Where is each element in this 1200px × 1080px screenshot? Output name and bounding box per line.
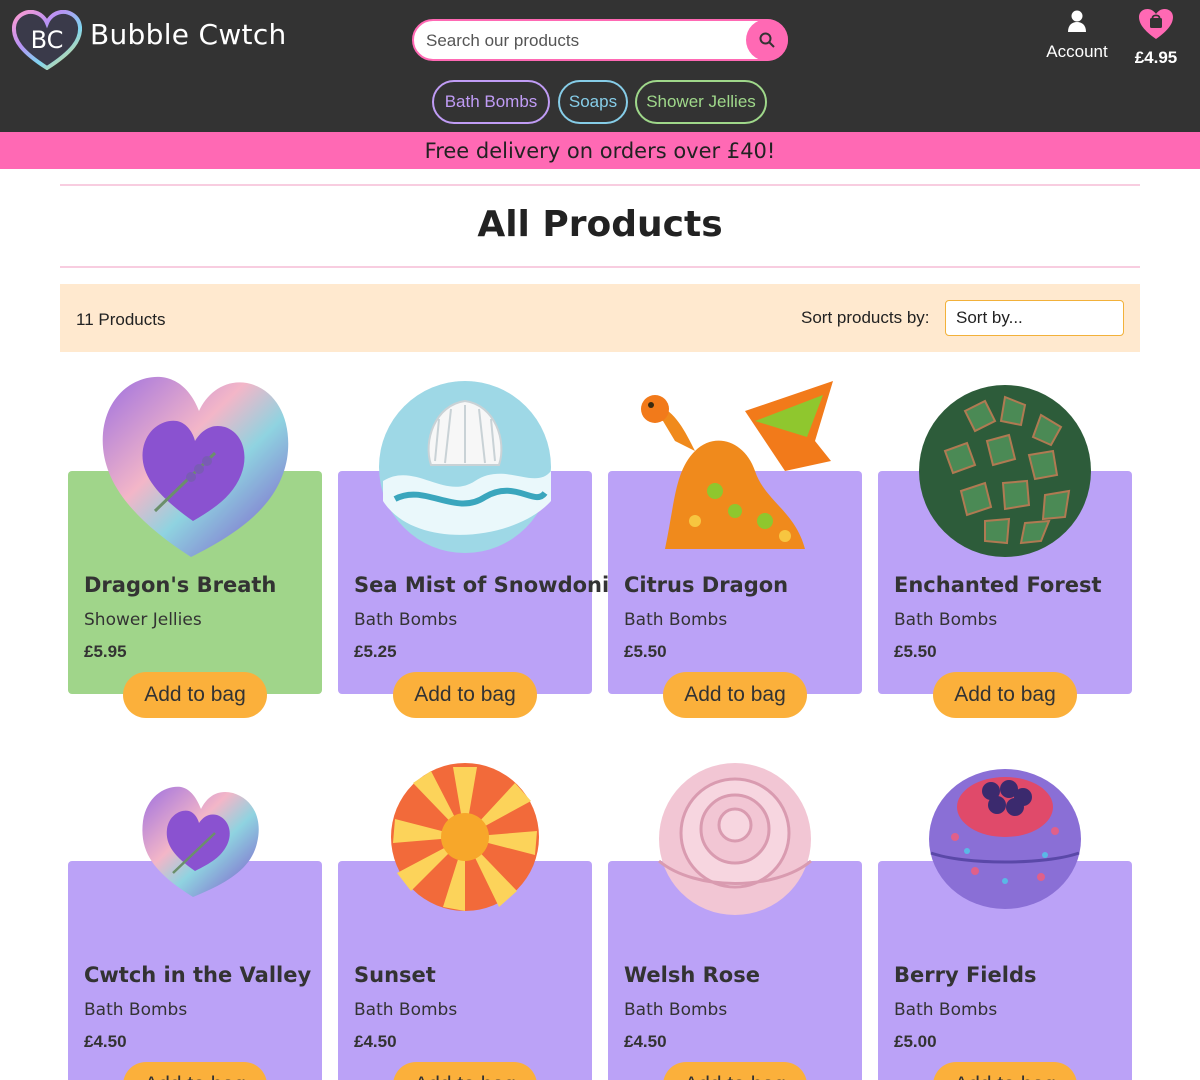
product-price: £4.50: [84, 1032, 127, 1051]
product-name[interactable]: Welsh Rose: [624, 963, 760, 987]
user-icon: [1068, 10, 1086, 32]
product-category: Bath Bombs: [84, 1000, 188, 1020]
account-label: Account: [1046, 42, 1108, 61]
search-icon: [759, 32, 775, 48]
search-input[interactable]: [426, 30, 746, 52]
add-to-bag-button[interactable]: Add to bag: [123, 672, 267, 718]
products-toolbar: 11 Products Sort products by: Sort by...: [60, 284, 1140, 352]
heart-bath-bomb-icon: [142, 786, 259, 897]
sort-select[interactable]: Sort by...: [945, 300, 1124, 336]
add-to-bag-button[interactable]: Add to bag: [393, 1062, 537, 1080]
category-bath-bombs[interactable]: Bath Bombs: [432, 80, 550, 124]
product-name[interactable]: Sea Mist of Snowdonia: [354, 573, 623, 597]
heart-bath-bomb-icon: [102, 376, 289, 557]
shopping-bag-link[interactable]: £4.95: [1126, 8, 1186, 68]
product-name[interactable]: Sunset: [354, 963, 436, 987]
rose-bath-bomb-icon: [658, 763, 812, 915]
add-to-bag-button[interactable]: Add to bag: [933, 672, 1077, 718]
product-category: Bath Bombs: [894, 1000, 998, 1020]
add-to-bag-button[interactable]: Add to bag: [393, 672, 537, 718]
product-category: Bath Bombs: [894, 610, 998, 630]
product-name[interactable]: Enchanted Forest: [894, 573, 1102, 597]
product-price: £5.25: [354, 642, 397, 661]
product-name[interactable]: Berry Fields: [894, 963, 1036, 987]
page-title: All Products: [477, 204, 723, 245]
product-card[interactable]: Berry Fields Bath Bombs £5.00 Add to bag: [878, 769, 1132, 1080]
product-price: £5.50: [894, 642, 937, 661]
product-card[interactable]: Welsh Rose Bath Bombs £4.50 Add to bag: [608, 763, 862, 1080]
heart-bag-icon: [1139, 9, 1173, 39]
category-shower-jellies[interactable]: Shower Jellies: [635, 80, 767, 124]
pinecone-bath-bomb-icon: [919, 385, 1091, 557]
product-category: Bath Bombs: [354, 1000, 458, 1020]
product-name[interactable]: Citrus Dragon: [624, 573, 788, 597]
berry-bath-bomb-icon: [929, 769, 1081, 909]
product-card[interactable]: Sunset Bath Bombs £4.50 Add to bag: [338, 763, 592, 1080]
product-price: £4.50: [624, 1032, 667, 1051]
product-category: Bath Bombs: [624, 610, 728, 630]
product-name[interactable]: Cwtch in the Valley: [84, 963, 311, 987]
product-price: £5.95: [84, 642, 127, 661]
svg-text:BC: BC: [31, 26, 64, 54]
search-button[interactable]: [746, 19, 788, 61]
shell-bath-bomb-icon: [379, 381, 551, 553]
divider-bottom: [60, 266, 1140, 268]
sunburst-bath-bomb-icon: [391, 763, 539, 911]
add-to-bag-button[interactable]: Add to bag: [663, 1062, 807, 1080]
product-count: 11 Products: [76, 310, 166, 329]
bag-total: £4.95: [1134, 48, 1178, 67]
bubble-heart-logo-icon[interactable]: BC: [12, 10, 82, 70]
add-to-bag-button[interactable]: Add to bag: [663, 672, 807, 718]
brand-name[interactable]: Bubble Cwtch: [90, 18, 287, 51]
promo-banner: Free delivery on orders over £40!: [0, 132, 1200, 169]
product-category: Bath Bombs: [354, 610, 458, 630]
category-nav: Bath Bombs Soaps Shower Jellies: [0, 80, 1200, 124]
product-price: £4.50: [354, 1032, 397, 1051]
product-category: Bath Bombs: [624, 1000, 728, 1020]
product-card[interactable]: Sea Mist of Snowdonia Bath Bombs £5.25 A…: [338, 381, 623, 718]
divider-top: [60, 184, 1140, 186]
product-price: £5.50: [624, 642, 667, 661]
search-bar: [412, 19, 788, 61]
site-header: BC Bubble Cwtch Account £4.95 Bath Bombs…: [0, 0, 1200, 132]
add-to-bag-button[interactable]: Add to bag: [933, 1062, 1077, 1080]
product-card[interactable]: Citrus Dragon Bath Bombs £5.50 Add to ba…: [608, 381, 862, 718]
add-to-bag-button[interactable]: Add to bag: [123, 1062, 267, 1080]
product-card[interactable]: Cwtch in the Valley Bath Bombs £4.50 Add…: [68, 786, 322, 1080]
account-link[interactable]: Account: [1040, 10, 1114, 62]
dragon-bath-bomb-icon: [641, 381, 833, 549]
product-card[interactable]: Dragon's Breath Shower Jellies £5.95 Add…: [68, 376, 322, 718]
product-category: Shower Jellies: [84, 610, 202, 630]
category-soaps[interactable]: Soaps: [558, 80, 628, 124]
sort-label: Sort products by:: [801, 308, 930, 327]
product-price: £5.00: [894, 1032, 937, 1051]
product-card[interactable]: Enchanted Forest Bath Bombs £5.50 Add to…: [878, 385, 1132, 718]
product-name[interactable]: Dragon's Breath: [84, 573, 276, 597]
